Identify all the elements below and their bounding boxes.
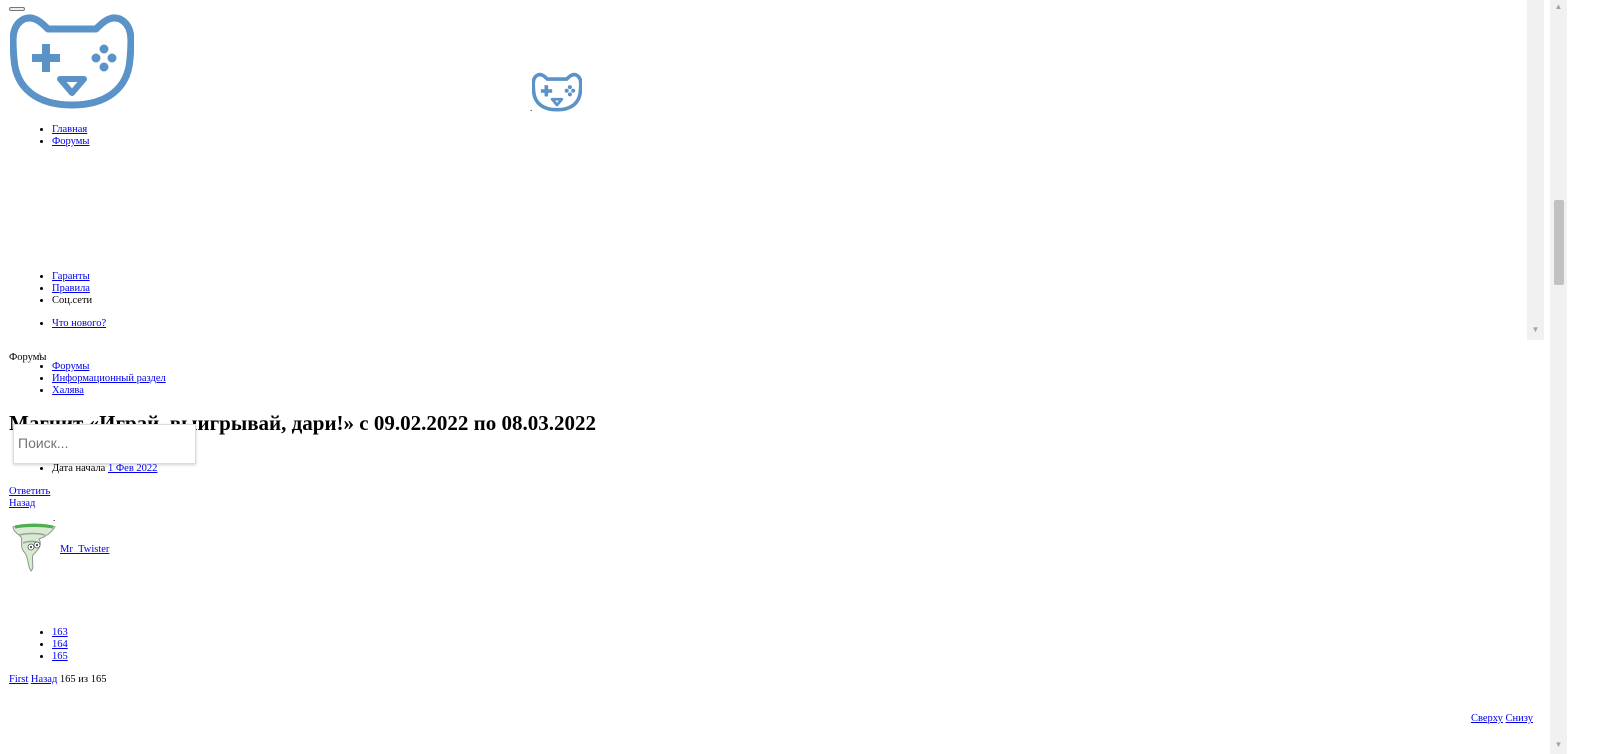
- pager: First Назад 165 из 165: [9, 674, 106, 686]
- scroll-top-link[interactable]: Сверху: [1471, 713, 1503, 724]
- breadcrumb: Форумы Информационный раздел Халява: [0, 361, 166, 397]
- scroll-links: Сверху Снизу: [1471, 713, 1533, 725]
- search-input[interactable]: [14, 425, 188, 461]
- breadcrumb-item: Информационный раздел: [52, 373, 166, 385]
- nav-link-home[interactable]: Главная: [52, 124, 87, 135]
- breadcrumb-item: Халява: [52, 385, 166, 397]
- prev-page-link[interactable]: Назад: [31, 674, 57, 685]
- page-item: 163: [52, 627, 68, 639]
- page-item: 164: [52, 639, 68, 651]
- author-username[interactable]: Mr_Twister: [60, 544, 109, 556]
- page-link-164[interactable]: 164: [52, 639, 68, 650]
- back-link[interactable]: Назад: [9, 498, 35, 510]
- reply-link[interactable]: Ответить: [9, 486, 50, 498]
- secondary-nav: Гаранты Правила Соц.сети: [0, 271, 92, 307]
- page-scrollbar[interactable]: [1550, 0, 1567, 754]
- gamepad-logo-icon[interactable]: [10, 11, 134, 111]
- page-nav: 163 164 165: [0, 627, 68, 663]
- first-page-link[interactable]: First: [9, 674, 28, 685]
- start-date-link[interactable]: 1 Фев 2022: [108, 463, 157, 474]
- whats-new-nav: Что нового?: [0, 318, 106, 330]
- nav-item-guarantors: Гаранты: [52, 271, 92, 283]
- breadcrumb-link-info[interactable]: Информационный раздел: [52, 373, 166, 384]
- nav-item-social: Соц.сети: [52, 295, 92, 307]
- nav-link-rules[interactable]: Правила: [52, 283, 90, 294]
- scrollbar-thumb[interactable]: [1554, 200, 1564, 285]
- search-box: [13, 424, 196, 464]
- nav-label-social[interactable]: Соц.сети: [52, 295, 92, 306]
- breadcrumb-link-freebies[interactable]: Халява: [52, 385, 84, 396]
- page-item: 165: [52, 651, 68, 663]
- scroll-down-arrow-icon[interactable]: ▼: [1527, 323, 1544, 337]
- page-status: 165 из 165: [59, 674, 107, 685]
- avatar[interactable]: [9, 521, 59, 573]
- nav-link-forums[interactable]: Форумы: [52, 136, 89, 147]
- nav-link-guarantors[interactable]: Гаранты: [52, 271, 90, 282]
- scroll-bottom-link[interactable]: Снизу: [1506, 713, 1533, 724]
- primary-nav: Главная Форумы: [0, 124, 89, 148]
- breadcrumb-item: Форумы: [52, 361, 166, 373]
- page-link-165[interactable]: 165: [52, 651, 68, 662]
- nav-item-whats-new: Что нового?: [52, 318, 106, 330]
- nav-item-forums: Форумы: [52, 136, 89, 148]
- thread-start-date: Дата начала 1 Фев 2022: [52, 463, 157, 475]
- thread-meta: Дата начала 1 Фев 2022: [0, 463, 157, 475]
- nav-item-home: Главная: [52, 124, 89, 136]
- page-link-163[interactable]: 163: [52, 627, 68, 638]
- inner-scrollbar[interactable]: [1527, 0, 1544, 340]
- scroll-up-arrow-icon[interactable]: ▲: [1550, 0, 1567, 14]
- logo-link-dot[interactable]: .: [530, 102, 532, 114]
- gamepad-logo-small-icon[interactable]: [532, 71, 582, 113]
- breadcrumb-link-forums[interactable]: Форумы: [52, 361, 89, 372]
- nav-item-rules: Правила: [52, 283, 92, 295]
- start-date-label: Дата начала: [52, 463, 106, 474]
- scroll-down-arrow-icon[interactable]: ▼: [1550, 738, 1567, 752]
- nav-link-whats-new[interactable]: Что нового?: [52, 318, 106, 329]
